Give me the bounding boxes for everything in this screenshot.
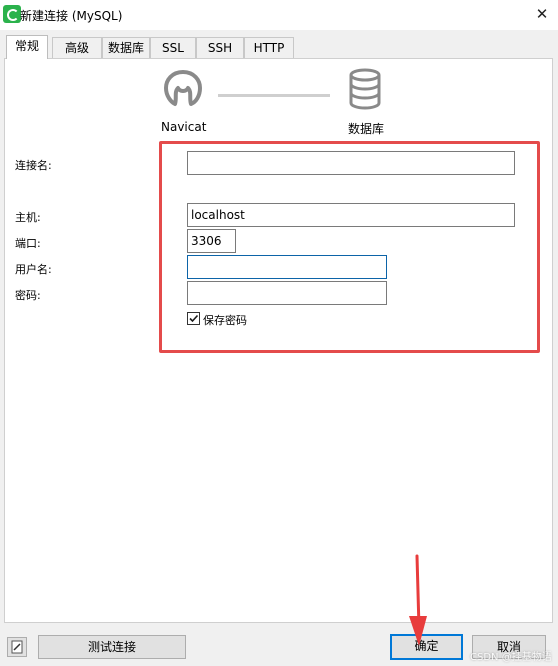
database-icon bbox=[349, 68, 381, 110]
username-label: 用户名: bbox=[15, 263, 52, 276]
port-label: 端口: bbox=[15, 237, 41, 250]
close-icon[interactable]: ✕ bbox=[530, 2, 554, 26]
navicat-app-icon bbox=[3, 5, 21, 23]
tools-button[interactable] bbox=[7, 637, 27, 657]
tab-advanced[interactable]: 高级 bbox=[52, 37, 102, 58]
database-label: 数据库 bbox=[348, 122, 385, 136]
window-title: 新建连接 (MySQL) bbox=[20, 9, 123, 23]
password-label: 密码: bbox=[15, 289, 41, 302]
connection-line bbox=[218, 94, 330, 97]
navicat-label: Navicat bbox=[161, 120, 207, 134]
tab-ssh[interactable]: SSH bbox=[196, 37, 244, 58]
watermark: CSDN @挂基物语 bbox=[470, 652, 552, 663]
tab-ssl[interactable]: SSL bbox=[150, 37, 196, 58]
tab-general[interactable]: 常规 bbox=[6, 35, 48, 59]
highlight-box bbox=[159, 141, 540, 353]
navicat-logo-icon bbox=[164, 70, 202, 106]
host-label: 主机: bbox=[15, 211, 41, 224]
test-connection-button[interactable]: 测试连接 bbox=[38, 635, 186, 659]
connection-name-label: 连接名: bbox=[15, 159, 52, 172]
tab-databases[interactable]: 数据库 bbox=[102, 37, 150, 58]
title-bar: 新建连接 (MySQL) ✕ bbox=[0, 0, 558, 30]
edit-icon bbox=[11, 640, 23, 654]
tab-http[interactable]: HTTP bbox=[244, 37, 294, 58]
red-arrow-annotation bbox=[409, 554, 427, 646]
